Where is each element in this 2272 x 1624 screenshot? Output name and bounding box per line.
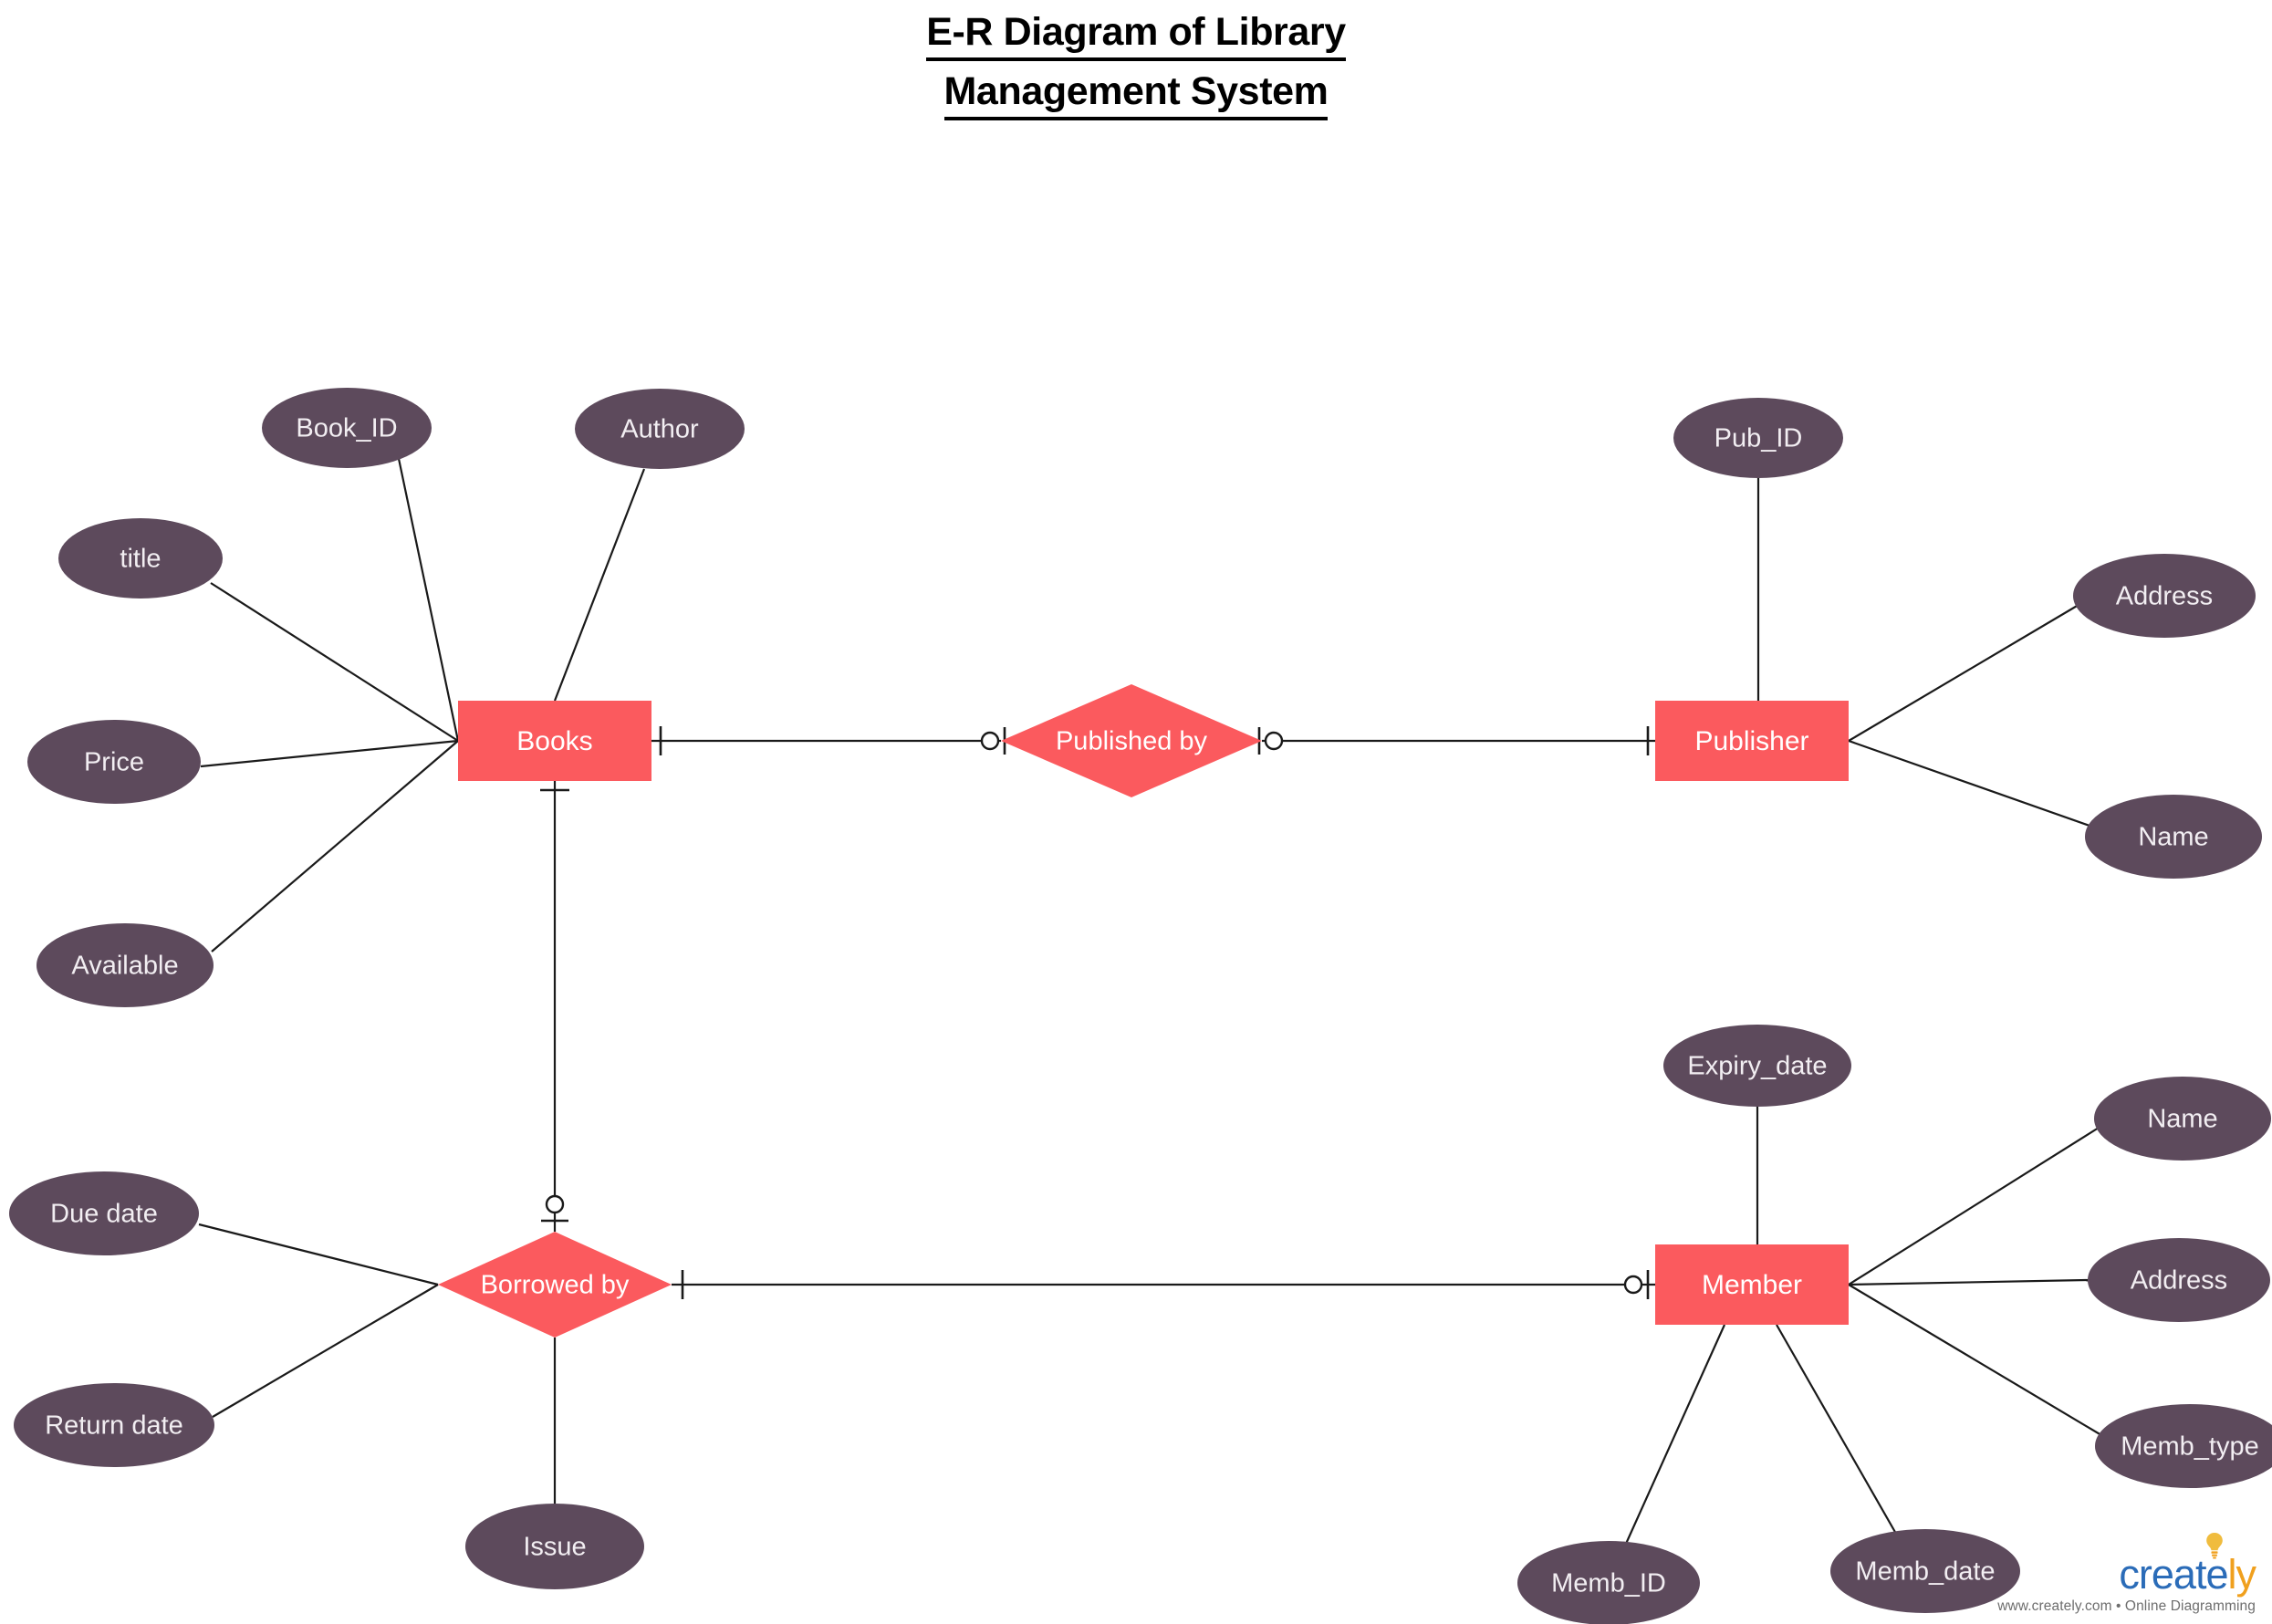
attribute-memb-date[interactable]: Memb_date xyxy=(1830,1529,2020,1613)
attribute-label: Author xyxy=(620,415,699,444)
attribute-issue[interactable]: Issue xyxy=(465,1504,644,1589)
attribute-label: Memb_date xyxy=(1855,1557,1995,1587)
edge-publisher-address xyxy=(1848,604,2079,742)
creately-tagline: www.creately.com • Online Diagramming xyxy=(1997,1598,2256,1614)
attribute-label: Due date xyxy=(50,1200,158,1229)
attribute-available[interactable]: Available xyxy=(36,923,214,1007)
attribute-label: Price xyxy=(84,748,144,777)
attribute-label: Book_ID xyxy=(296,414,397,443)
edge-books-available xyxy=(211,740,459,953)
er-diagram: Book_ID Author title Price Available Pub… xyxy=(9,388,2272,1624)
relationship-label: Published by xyxy=(1056,727,1208,756)
entity-label: Books xyxy=(516,726,592,756)
entity-label: Publisher xyxy=(1694,726,1808,756)
lightbulb-icon xyxy=(2206,1533,2223,1559)
cardinality-member-left-zero xyxy=(1623,1275,1643,1295)
creately-wordmark: creately xyxy=(1997,1533,2256,1598)
attribute-publisher-address[interactable]: Address xyxy=(2073,554,2256,638)
entity-books[interactable]: Books xyxy=(458,701,651,781)
attribute-label: Available xyxy=(71,952,178,981)
cardinality-published-by-right-zero xyxy=(1264,731,1284,751)
attribute-price[interactable]: Price xyxy=(27,720,201,804)
edge-group-relationships xyxy=(553,739,1655,1286)
relationship-nodes: Published by Borrowed by xyxy=(438,684,1262,1338)
attribute-title[interactable]: title xyxy=(58,518,223,599)
attribute-label: title xyxy=(120,545,161,574)
attribute-label: Address xyxy=(2116,582,2213,611)
attribute-label: Memb_type xyxy=(2121,1432,2259,1462)
attribute-label: Name xyxy=(2138,823,2208,852)
attribute-nodes: Book_ID Author title Price Available Pub… xyxy=(9,388,2272,1624)
attribute-memb-type[interactable]: Memb_type xyxy=(2095,1404,2272,1488)
edge-books-title xyxy=(210,582,459,742)
entity-member[interactable]: Member xyxy=(1655,1244,1849,1325)
creately-logo[interactable]: creately www.creately.com • Online Diagr… xyxy=(1997,1533,2256,1615)
edge-borrowed-due-date xyxy=(198,1223,439,1286)
entity-publisher[interactable]: Publisher xyxy=(1655,701,1849,781)
attribute-book-id[interactable]: Book_ID xyxy=(262,388,432,468)
attribute-pub-id[interactable]: Pub_ID xyxy=(1673,398,1843,478)
attribute-label: Return date xyxy=(45,1411,183,1441)
attribute-return-date[interactable]: Return date xyxy=(14,1383,214,1467)
cardinality-published-by-left-zero xyxy=(980,731,1000,751)
attribute-memb-id[interactable]: Memb_ID xyxy=(1517,1541,1700,1624)
edge-borrowed-return-date xyxy=(212,1284,439,1418)
attribute-expiry-date[interactable]: Expiry_date xyxy=(1663,1025,1851,1107)
edge-books-book-id xyxy=(396,453,460,742)
relationship-borrowed-by[interactable]: Borrowed by xyxy=(438,1232,672,1338)
edge-member-memb-date xyxy=(1776,1324,1897,1535)
attribute-label: Name xyxy=(2147,1105,2217,1134)
attribute-label: Memb_ID xyxy=(1551,1569,1666,1598)
attribute-due-date[interactable]: Due date xyxy=(9,1171,199,1255)
attribute-label: Issue xyxy=(523,1533,586,1562)
attribute-member-address[interactable]: Address xyxy=(2088,1238,2270,1322)
diagram-canvas: E-R Diagram of Library Management System xyxy=(0,0,2272,1624)
edge-group-member-attributes xyxy=(1624,1107,2102,1545)
edge-books-price xyxy=(200,739,459,768)
attribute-label: Expiry_date xyxy=(1687,1052,1827,1081)
entity-nodes: Books Publisher Member xyxy=(458,701,1849,1325)
logo-text-creat: creat xyxy=(2119,1551,2206,1598)
edge-member-name xyxy=(1848,1127,2100,1286)
edge-member-memb-id xyxy=(1624,1324,1726,1545)
edge-member-address xyxy=(1848,1278,2089,1286)
edge-member-memb-type xyxy=(1848,1284,2102,1436)
attribute-member-name[interactable]: Name xyxy=(2094,1077,2271,1161)
edge-publisher-name xyxy=(1848,739,2090,828)
edge-books-author xyxy=(553,468,646,702)
logo-text-ly: ly xyxy=(2227,1551,2256,1598)
attribute-label: Pub_ID xyxy=(1714,424,1803,453)
attribute-author[interactable]: Author xyxy=(575,389,745,469)
relationship-label: Borrowed by xyxy=(481,1271,630,1300)
cardinality-borrowed-by-top-zero xyxy=(545,1194,565,1214)
attribute-publisher-name[interactable]: Name xyxy=(2085,795,2262,879)
relationship-published-by[interactable]: Published by xyxy=(1001,684,1262,797)
entity-label: Member xyxy=(1702,1270,1802,1300)
cardinality-notation-group xyxy=(540,726,1650,1299)
attribute-label: Address xyxy=(2131,1266,2227,1296)
